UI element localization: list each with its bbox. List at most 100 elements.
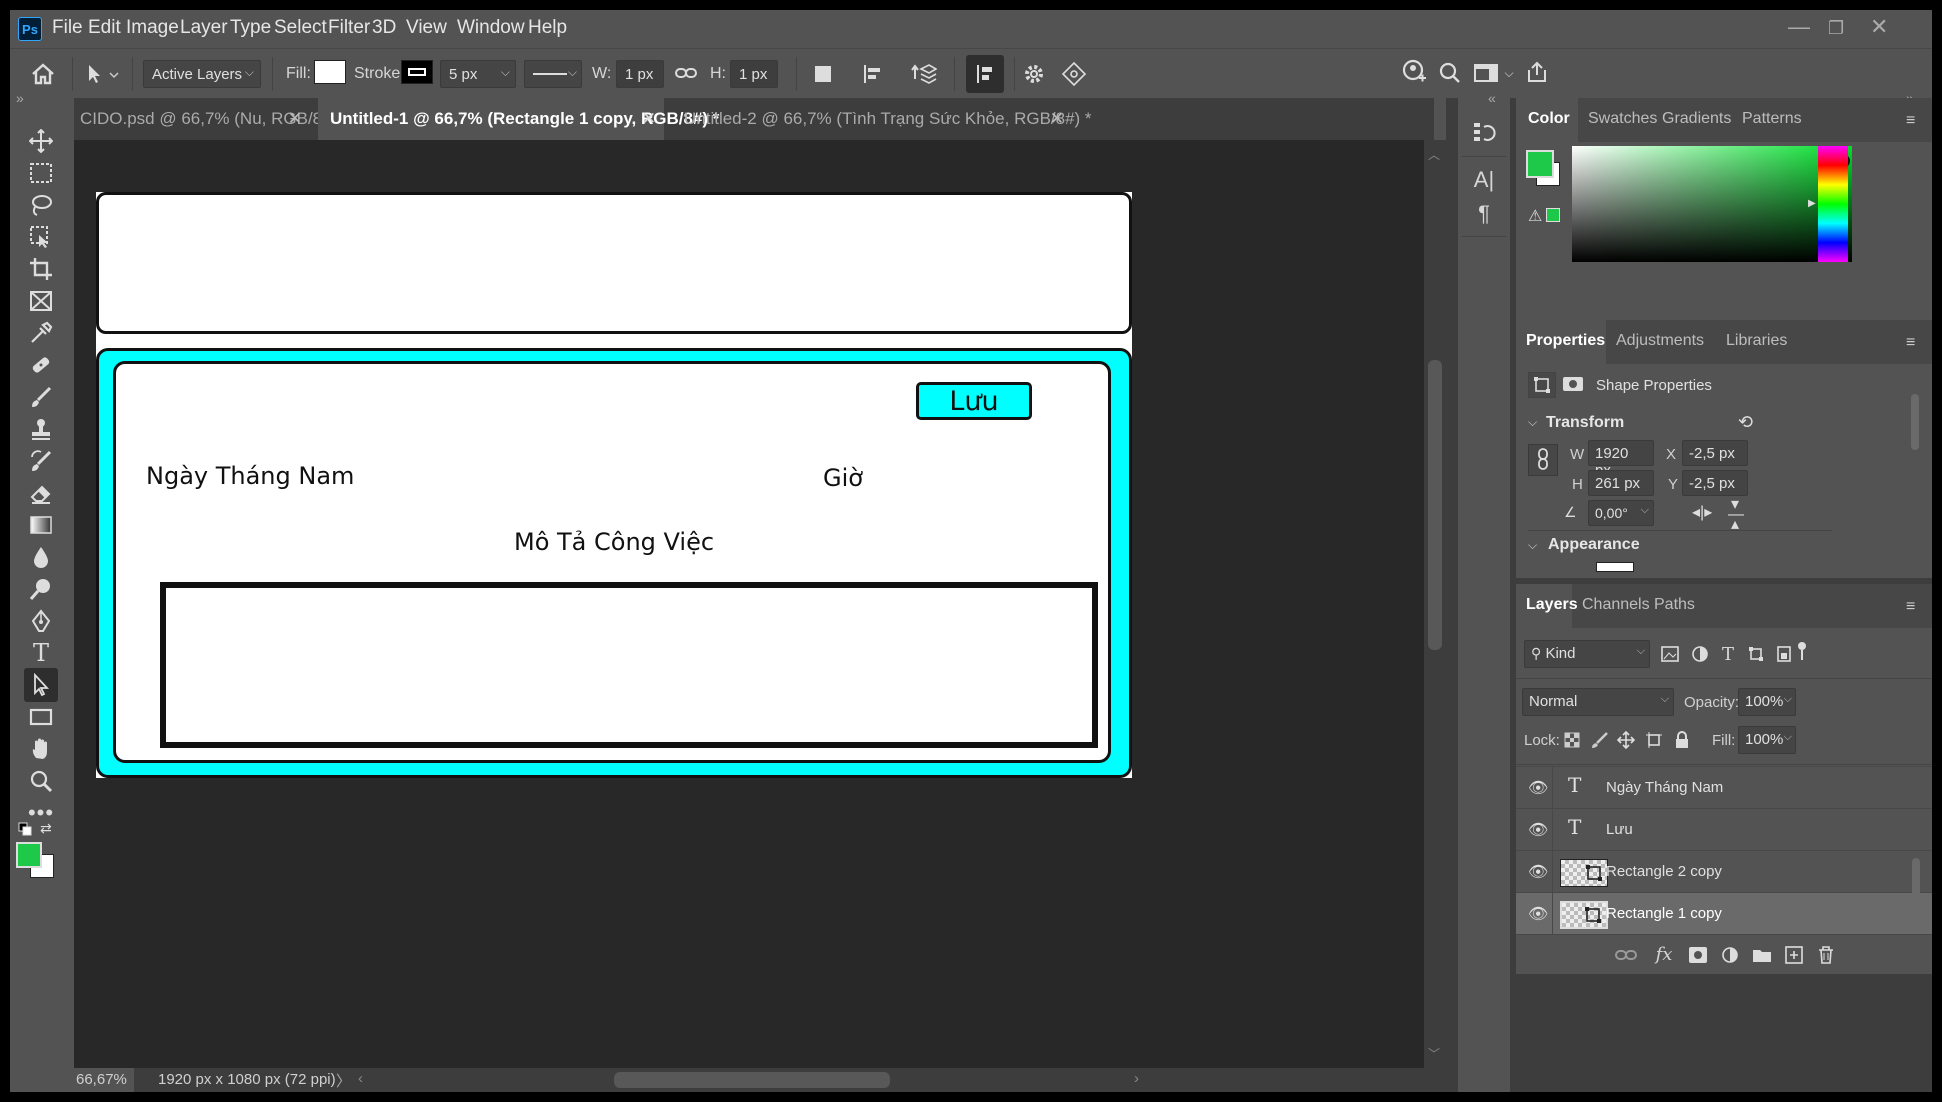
eyedropper-tool-icon[interactable] [24, 316, 58, 350]
path-operations-icon[interactable] [810, 61, 836, 87]
shape-x-field[interactable]: -2,5 px [1682, 440, 1748, 466]
marquee-tool-icon[interactable] [24, 156, 58, 190]
menu-select[interactable]: Select [274, 17, 327, 39]
link-layers-icon[interactable] [1614, 943, 1638, 967]
lock-position-icon[interactable] [1616, 730, 1636, 750]
link-icon[interactable] [674, 61, 698, 85]
tab-color[interactable]: Color [1516, 98, 1578, 142]
delete-layer-icon[interactable] [1814, 943, 1838, 967]
gradient-tool-icon[interactable] [24, 508, 58, 542]
layer-filter-kind[interactable]: ⚲ Kind ⌵ [1524, 640, 1650, 668]
filter-adjustment-icon[interactable] [1688, 642, 1712, 666]
filter-pixel-icon[interactable] [1658, 642, 1682, 666]
close-tab-icon[interactable]: ✕ [288, 109, 302, 129]
zoom-level[interactable]: 66,67% [74, 1068, 134, 1092]
path-selection-tool-icon[interactable] [82, 61, 122, 87]
gamut-color-chip[interactable] [1546, 208, 1560, 222]
horizontal-scroll-thumb[interactable] [614, 1072, 890, 1088]
history-panel-icon[interactable] [1468, 116, 1500, 148]
scroll-right-icon[interactable]: › [1134, 1070, 1139, 1087]
foreground-color-swatch[interactable] [16, 842, 42, 868]
menu-3d[interactable]: 3D [372, 17, 396, 39]
collapse-strip-icon[interactable]: « [1488, 90, 1496, 106]
filter-toggle-icon[interactable] [1798, 642, 1806, 660]
mask-properties-icon[interactable] [1560, 372, 1588, 398]
lock-all-icon[interactable] [1672, 730, 1692, 750]
clone-stamp-tool-icon[interactable] [24, 412, 58, 446]
workspace-icon[interactable] [1472, 59, 1500, 87]
default-colors-icon[interactable] [18, 822, 32, 836]
filter-smart-object-icon[interactable] [1772, 642, 1796, 666]
crop-tool-icon[interactable] [24, 252, 58, 286]
frame-tool-icon[interactable] [24, 284, 58, 318]
blur-tool-icon[interactable] [24, 540, 58, 574]
character-panel-icon[interactable]: A| [1468, 164, 1500, 196]
chevron-down-icon[interactable]: ⌵ [1500, 63, 1518, 83]
tab-libraries[interactable]: Libraries [1726, 320, 1787, 364]
tab-channels[interactable]: Channels [1582, 584, 1650, 628]
shape-properties-icon[interactable] [1528, 372, 1556, 398]
layer-row-selected[interactable]: 👁 Rectangle 1 copy [1516, 892, 1932, 935]
tab-patterns[interactable]: Patterns [1742, 98, 1802, 142]
layers-scrollbar[interactable] [1910, 768, 1922, 928]
shape-y-field[interactable]: -2,5 px [1682, 470, 1748, 496]
vertical-scrollbar[interactable]: ︿ ﹀ [1424, 140, 1446, 1068]
reset-transform-icon[interactable]: ⟲ [1738, 412, 1753, 433]
move-tool-icon[interactable] [24, 124, 58, 158]
close-tab-icon[interactable]: ✕ [642, 109, 656, 129]
eye-icon[interactable]: 👁 [1528, 820, 1548, 840]
tab-paths[interactable]: Paths [1654, 584, 1695, 628]
blend-mode-dropdown[interactable]: Normal ⌵ [1522, 688, 1674, 716]
path-alignment-icon[interactable] [860, 61, 886, 87]
opacity-field[interactable]: 100% ⌵ [1738, 688, 1796, 716]
menu-type[interactable]: Type [230, 17, 271, 39]
scroll-down-icon[interactable]: ﹀ [1428, 1045, 1440, 1062]
shape-height-field[interactable]: 261 px [1588, 470, 1654, 496]
scroll-up-icon[interactable]: ︿ [1428, 146, 1440, 163]
save-button[interactable]: Lưu [916, 382, 1032, 420]
direct-selection-tool-icon[interactable] [24, 668, 58, 702]
add-mask-icon[interactable] [1686, 943, 1710, 967]
tab-gradients[interactable]: Gradients [1662, 98, 1731, 142]
path-arrangement-icon[interactable] [910, 59, 938, 87]
stroke-swatch[interactable] [401, 60, 433, 84]
new-layer-icon[interactable] [1782, 943, 1806, 967]
menu-window[interactable]: Window [457, 17, 525, 39]
lasso-tool-icon[interactable] [24, 188, 58, 222]
menu-edit[interactable]: Edit [88, 17, 121, 39]
tab-swatches[interactable]: Swatches [1588, 98, 1657, 142]
dodge-tool-icon[interactable] [24, 572, 58, 606]
fill-swatch[interactable] [314, 60, 346, 84]
filter-type-icon[interactable]: T [1716, 642, 1740, 666]
stroke-type-dropdown[interactable]: ⌵ [524, 60, 582, 88]
tab-adjustments[interactable]: Adjustments [1616, 320, 1704, 364]
lock-transparent-icon[interactable] [1562, 730, 1582, 750]
chevron-down-icon[interactable]: ⌵ [1528, 538, 1537, 553]
filter-shape-icon[interactable] [1744, 642, 1768, 666]
object-selection-tool-icon[interactable] [24, 220, 58, 254]
panel-menu-icon[interactable]: ≡ [1906, 112, 1915, 130]
warning-icon[interactable]: ⚠ [1528, 206, 1542, 226]
panel-menu-icon[interactable]: ≡ [1906, 334, 1915, 352]
layer-row[interactable]: 👁 Rectangle 2 copy [1516, 850, 1932, 893]
adjustment-layer-icon[interactable] [1718, 943, 1742, 967]
rectangle-2-copy[interactable] [96, 192, 1132, 334]
brush-tool-icon[interactable] [24, 380, 58, 414]
status-menu-chevron-icon[interactable]: 〉 [336, 1070, 351, 1091]
menu-filter[interactable]: Filter [328, 17, 370, 39]
user-learn-icon[interactable] [1400, 57, 1430, 87]
share-icon[interactable] [1522, 57, 1552, 87]
rectangle-1-copy[interactable]: Lưu Ngày Tháng Nam Giờ Mô Tả Công Việc [96, 348, 1132, 778]
expand-panel-icon[interactable]: » [16, 90, 24, 106]
scroll-left-icon[interactable]: ‹ [358, 1070, 363, 1087]
restore-icon[interactable]: ❐ [1828, 18, 1844, 39]
shape-width-field[interactable]: 1920 px [1588, 440, 1654, 479]
hue-slider-marker[interactable]: ▶ [1808, 198, 1816, 209]
canvas-area[interactable]: Lưu Ngày Tháng Nam Giờ Mô Tả Công Việc [74, 140, 1424, 1068]
lock-pixels-icon[interactable] [1590, 730, 1610, 750]
rotation-field[interactable]: 0,00° ⌵ [1588, 500, 1654, 526]
chevron-down-icon[interactable]: ⌵ [1528, 415, 1537, 430]
search-icon[interactable] [1436, 59, 1464, 87]
close-tab-icon[interactable]: ✕ [1050, 109, 1064, 129]
eye-icon[interactable]: 👁 [1528, 778, 1548, 798]
